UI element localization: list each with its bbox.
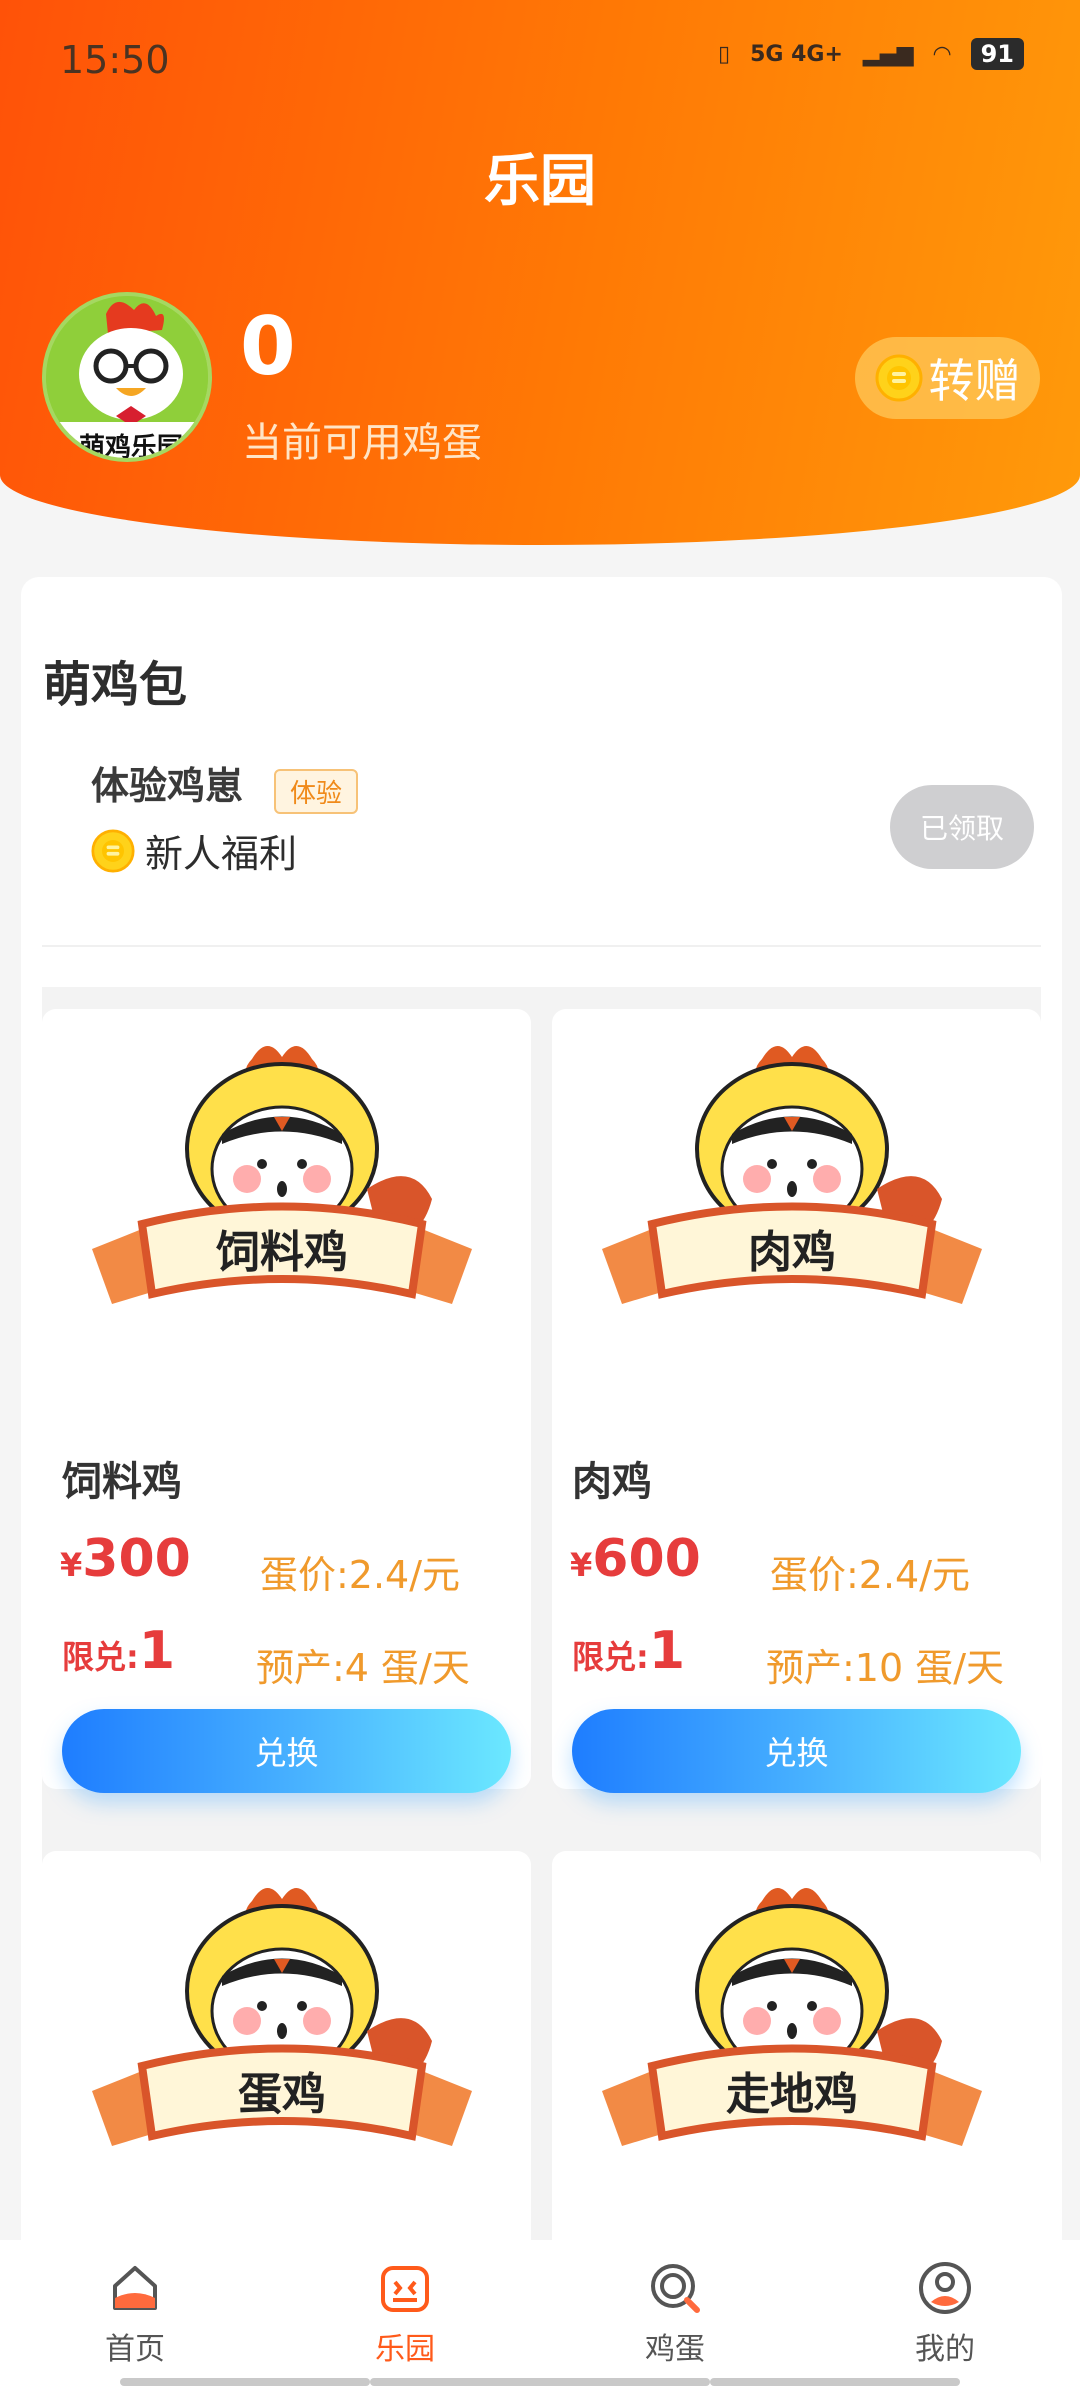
vibrate-icon: ▯ [717,41,731,67]
chicken-image: 肉鸡 [602,1045,982,1304]
limit-value: 1 [138,1621,175,1681]
network-indicator: 5G 4G+ [750,41,843,67]
status-icons: ▯ 5G 4G+ ▂▄▆ ◠ 91 [718,38,1024,70]
egg-search-icon [651,2264,700,2313]
chick-pack-card: 萌鸡包 体验鸡崽 体验 新人福利 已领取 饲料鸡 饲料鸡 ¥300 蛋价:2.4… [21,577,1062,2311]
status-bar: 15:50 ▯ 5G 4G+ ▂▄▆ ◠ 91 [0,0,1080,120]
product-name: 饲料鸡 [62,1459,182,1505]
home-indicator [120,2378,370,2386]
claimed-button[interactable]: 已领取 [890,785,1034,869]
price-value: 600 [592,1529,701,1589]
nav-profile-label: 我的 [915,2332,975,2367]
page-title: 乐园 [484,149,596,214]
exchange-limit: 限兑:1 [62,1621,175,1681]
nav-park-label: 乐园 [375,2332,435,2367]
limit-label: 限兑: [572,1638,649,1676]
wifi-icon: ◠ [933,41,951,67]
trial-benefit-label: 新人福利 [145,832,298,876]
park-icon [381,2266,429,2312]
chicken-avatar-icon: 萌鸡乐园 [46,296,208,458]
product-card[interactable]: 肉鸡 肉鸡 ¥600 蛋价:2.4/元 限兑:1 预产:10 蛋/天 兑换 [552,1009,1041,1793]
egg-price: 蛋价:2.4/元 [260,1553,461,1597]
trial-tag: 体验 [274,769,359,814]
nav-park[interactable]: 乐园 [270,2240,540,2388]
product-price: ¥300 [60,1529,191,1589]
trial-benefit: 新人福利 [91,823,297,878]
coin-icon [91,828,135,873]
egg-price: 蛋价:2.4/元 [770,1553,971,1597]
profile-icon [919,2262,971,2314]
trial-name: 体验鸡崽 [91,764,244,808]
nav-profile[interactable]: 我的 [810,2240,1080,2388]
section-title: 萌鸡包 [43,657,188,713]
trial-item: 体验鸡崽 体验 新人福利 已领取 [42,755,1041,951]
gift-button[interactable]: 转赠 [855,337,1040,419]
chicken-image: 走地鸡 [602,1887,982,2146]
eggs-count: 0 [240,300,296,393]
nav-home-label: 首页 [105,2332,165,2367]
limit-value: 1 [648,1621,685,1681]
exchange-button[interactable]: 兑换 [62,1709,511,1793]
home-indicator [710,2378,960,2386]
chicken-image: 蛋鸡 [92,1887,472,2146]
limit-label: 限兑: [62,1638,139,1676]
currency-symbol: ¥ [60,1546,83,1584]
product-name: 肉鸡 [572,1459,652,1505]
chicken-image-label: 蛋鸡 [238,2069,326,2120]
chicken-image-label: 肉鸡 [748,1227,836,1278]
eggs-label: 当前可用鸡蛋 [242,420,482,466]
price-value: 300 [82,1529,191,1589]
chicken-image: 饲料鸡 [92,1045,472,1304]
status-time: 15:50 [60,38,170,82]
exchange-button[interactable]: 兑换 [572,1709,1021,1793]
home-indicator [370,2378,710,2386]
currency-symbol: ¥ [570,1546,593,1584]
nav-eggs-label: 鸡蛋 [645,2332,705,2367]
egg-yield: 预产:10 蛋/天 [766,1646,1005,1690]
home-icon [113,2266,157,2310]
chicken-image-label: 饲料鸡 [216,1227,348,1278]
signal-icon: ▂▄▆ [862,41,914,67]
nav-eggs[interactable]: 鸡蛋 [540,2240,810,2388]
avatar[interactable]: 萌鸡乐园 [42,292,212,462]
battery-indicator: 91 [970,38,1024,70]
bottom-nav: 首页 乐园 鸡蛋 我的 [0,2240,1080,2388]
gift-label: 转赠 [928,354,1021,408]
chicken-image-label: 走地鸡 [726,2069,858,2120]
nav-home[interactable]: 首页 [0,2240,270,2388]
egg-yield: 预产:4 蛋/天 [256,1646,470,1690]
product-card[interactable]: 饲料鸡 饲料鸡 ¥300 蛋价:2.4/元 限兑:1 预产:4 蛋/天 兑换 [42,1009,531,1793]
product-price: ¥600 [570,1529,701,1589]
exchange-limit: 限兑:1 [572,1621,685,1681]
divider [42,945,1041,947]
coin-icon [875,354,922,402]
